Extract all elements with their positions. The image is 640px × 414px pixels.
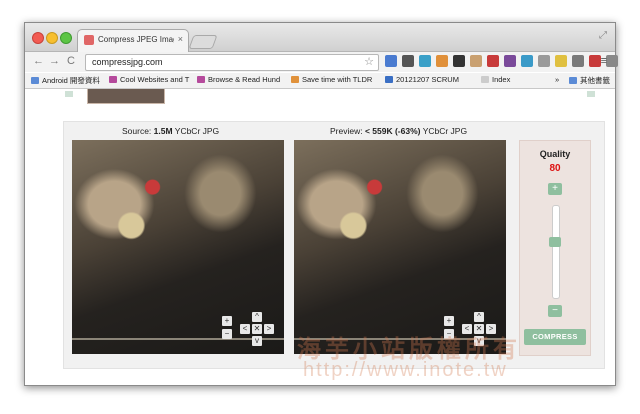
image-thumbnail[interactable] [87, 89, 165, 104]
title-bar: Compress JPEG Images On × ⤢ [25, 23, 615, 52]
bookmark-item[interactable]: Cool Websites and T [109, 75, 189, 84]
source-suffix: YCbCr JPG [172, 126, 220, 136]
extension-icon[interactable] [385, 55, 397, 67]
bookmark-star-icon[interactable]: ☆ [364, 55, 374, 68]
extension-icon[interactable] [419, 55, 431, 67]
tab-compressjpeg[interactable]: Compress JPEG Images On × [77, 29, 189, 52]
quality-increase-button[interactable]: + [548, 183, 562, 195]
extension-icon[interactable] [521, 55, 533, 67]
extension-icon[interactable] [470, 55, 482, 67]
bookmark-favicon-icon [385, 76, 393, 83]
bookmark-item[interactable]: Browse & Read Hund [197, 75, 280, 84]
bookmark-label: Index [492, 75, 511, 84]
minimize-window-button[interactable] [46, 32, 58, 44]
compress-button[interactable]: COMPRESS [524, 329, 586, 345]
bookmark-label: Save time with TLDR [302, 75, 373, 84]
nav-arrow-left[interactable] [65, 91, 73, 97]
watermark-url: http://www.inote.tw [303, 359, 508, 381]
bookmark-item[interactable]: Save time with TLDR [291, 75, 372, 84]
other-bookmarks-label: 其他書籤 [580, 76, 610, 85]
zoom-window-button[interactable] [60, 32, 72, 44]
bookmark-favicon-icon [197, 76, 205, 83]
other-bookmarks[interactable]: 其他書籤 [569, 75, 610, 86]
source-zoom-controls: + − ^ < ✕ > v [222, 312, 278, 348]
preview-size: < 559K (-63%) [364, 126, 421, 136]
tab-close-icon[interactable]: × [178, 34, 183, 44]
quality-decrease-button[interactable]: − [548, 305, 562, 317]
tab-favicon-icon [84, 35, 94, 45]
bookmark-item[interactable]: 20121207 SCRUM [385, 75, 459, 84]
extension-icons [385, 55, 618, 69]
extension-icon[interactable] [436, 55, 448, 67]
bookmark-favicon-icon [31, 77, 39, 84]
preview-pan-up-button[interactable]: ^ [474, 312, 484, 322]
extension-icon[interactable] [453, 55, 465, 67]
preview-prefix: Preview: [330, 126, 365, 136]
page-content: Source: 1.5M YCbCr JPG Preview: < 559K (… [25, 89, 615, 385]
tab-title: Compress JPEG Images On [98, 35, 174, 44]
source-prefix: Source: [122, 126, 154, 136]
new-tab-button[interactable] [188, 35, 218, 49]
source-caption: Source: 1.5M YCbCr JPG [122, 126, 219, 136]
url-text: compressjpg.com [92, 57, 163, 67]
source-pan-right-button[interactable]: > [264, 324, 274, 334]
folder-icon [569, 77, 577, 84]
extension-icon[interactable] [487, 55, 499, 67]
source-zoom-in-button[interactable]: + [222, 316, 232, 326]
source-image[interactable]: + − ^ < ✕ > v [72, 140, 284, 354]
quality-slider-handle[interactable] [549, 237, 561, 247]
quality-label: Quality [539, 149, 571, 159]
close-window-button[interactable] [32, 32, 44, 44]
chrome-menu-icon[interactable]: ≡ [601, 55, 607, 67]
source-pan-left-button[interactable]: < [240, 324, 250, 334]
bookmark-favicon-icon [109, 76, 117, 83]
bookmark-favicon-icon [291, 76, 299, 83]
bookmarks-bar: Android 開發資料 Cool Websites and T Browse & … [25, 73, 615, 89]
browser-window: Compress JPEG Images On × ⤢ ← → C compre… [24, 22, 618, 386]
extension-icon[interactable] [572, 55, 584, 67]
quality-value: 80 [549, 163, 561, 174]
bookmark-item[interactable]: Index [481, 75, 510, 84]
source-reset-button[interactable]: ✕ [252, 324, 262, 334]
extension-icon[interactable] [589, 55, 601, 67]
address-bar[interactable]: compressjpg.com ☆ [85, 54, 379, 71]
source-pan-up-button[interactable]: ^ [252, 312, 262, 322]
extension-icon[interactable] [538, 55, 550, 67]
bookmark-label: Cool Websites and T [120, 75, 190, 84]
extension-icon[interactable] [402, 55, 414, 67]
reload-button[interactable]: C [67, 55, 75, 67]
bookmark-favicon-icon [481, 76, 489, 83]
bookmarks-more-button[interactable]: » [555, 75, 559, 84]
preview-zoom-in-button[interactable]: + [444, 316, 454, 326]
source-zoom-out-button[interactable]: − [222, 329, 232, 339]
extension-icon[interactable] [555, 55, 567, 67]
quality-panel: Quality 80 + − COMPRESS [519, 140, 591, 356]
quality-slider-track[interactable] [552, 205, 560, 299]
bookmark-label: Browse & Read Hund [208, 75, 281, 84]
bookmark-label: Android 開發資料 [42, 76, 100, 85]
extension-icon[interactable] [606, 55, 618, 67]
back-button[interactable]: ← [33, 55, 44, 67]
preview-caption: Preview: < 559K (-63%) YCbCr JPG [330, 126, 467, 136]
preview-image[interactable]: + − ^ < ✕ > v [294, 140, 506, 354]
nav-arrow-right[interactable] [587, 91, 595, 97]
forward-button[interactable]: → [49, 55, 60, 67]
browser-toolbar: ← → C compressjpg.com ☆ ≡ [25, 52, 618, 72]
extension-icon[interactable] [504, 55, 516, 67]
source-pan-down-button[interactable]: v [252, 336, 262, 346]
source-size: 1.5M [153, 126, 173, 136]
bookmark-item[interactable]: Android 開發資料 [31, 75, 100, 86]
preview-suffix: YCbCr JPG [420, 126, 468, 136]
fullscreen-icon[interactable]: ⤢ [599, 30, 607, 41]
bookmark-label: 20121207 SCRUM [396, 75, 459, 84]
